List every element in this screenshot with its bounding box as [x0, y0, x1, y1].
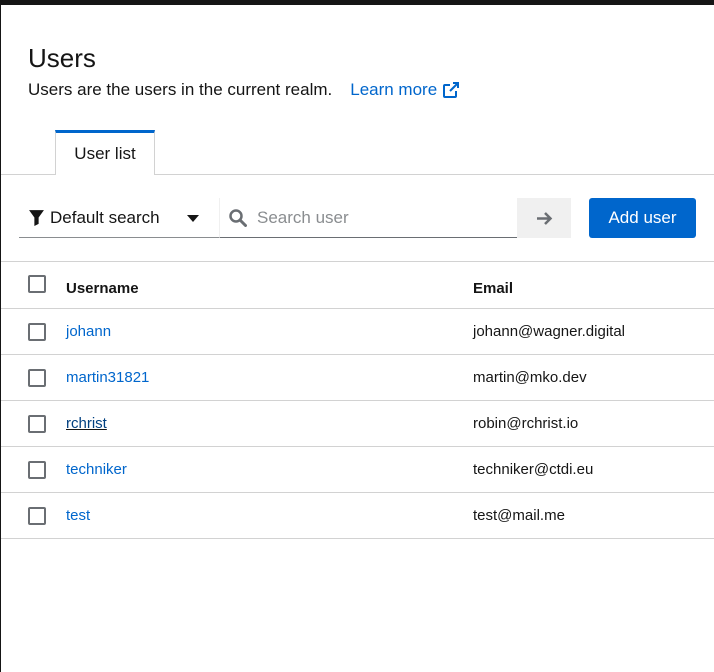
search-input[interactable] — [255, 206, 509, 229]
search-type-label: Default search — [50, 207, 160, 227]
search-icon — [229, 208, 247, 227]
add-user-button[interactable]: Add user — [589, 198, 696, 238]
row-checkbox[interactable] — [28, 415, 46, 433]
row-checkbox[interactable] — [28, 507, 46, 525]
table-row: test test@mail.me — [1, 493, 714, 539]
column-header-email: Email — [473, 280, 514, 297]
filter-icon — [29, 210, 44, 226]
email-cell: robin@rchrist.io — [473, 415, 579, 432]
email-cell: martin@mko.dev — [473, 369, 587, 386]
search-type-select[interactable]: Default search — [19, 198, 220, 238]
arrow-right-icon — [536, 211, 552, 225]
external-link-icon — [443, 82, 460, 98]
top-bar — [0, 0, 714, 5]
username-link[interactable]: rchrist — [66, 415, 107, 433]
users-table: Username Email johann johann@wagner.digi… — [1, 261, 714, 539]
caret-down-icon — [187, 215, 199, 222]
email-cell: johann@wagner.digital — [473, 323, 625, 340]
tab-user-list[interactable]: User list — [55, 130, 155, 175]
page-description: Users are the users in the current realm… — [28, 80, 333, 99]
search-box — [220, 198, 517, 238]
page-title: Users — [28, 43, 96, 73]
learn-more-label: Learn more — [350, 80, 438, 99]
username-link[interactable]: johann — [66, 323, 111, 341]
email-cell: test@mail.me — [473, 507, 565, 524]
learn-more-link[interactable]: Learn more — [350, 79, 460, 101]
table-row: martin31821 martin@mko.dev — [1, 355, 714, 401]
toolbar: Default search — [19, 198, 571, 238]
search-submit-button[interactable] — [517, 198, 571, 238]
tabs-bar: User list — [1, 130, 714, 175]
select-all-checkbox[interactable] — [28, 275, 46, 293]
username-link[interactable]: techniker — [66, 461, 127, 479]
email-cell: techniker@ctdi.eu — [473, 461, 594, 478]
page-description-row: Users are the users in the current realm… — [28, 79, 460, 101]
table-row: rchrist robin@rchrist.io — [1, 401, 714, 447]
row-checkbox[interactable] — [28, 461, 46, 479]
table-header-row: Username Email — [1, 262, 714, 309]
row-checkbox[interactable] — [28, 369, 46, 387]
username-link[interactable]: test — [66, 507, 90, 525]
column-header-username: Username — [66, 280, 139, 297]
table-row: johann johann@wagner.digital — [1, 309, 714, 355]
row-checkbox[interactable] — [28, 323, 46, 341]
username-link[interactable]: martin31821 — [66, 369, 149, 387]
table-row: techniker techniker@ctdi.eu — [1, 447, 714, 493]
